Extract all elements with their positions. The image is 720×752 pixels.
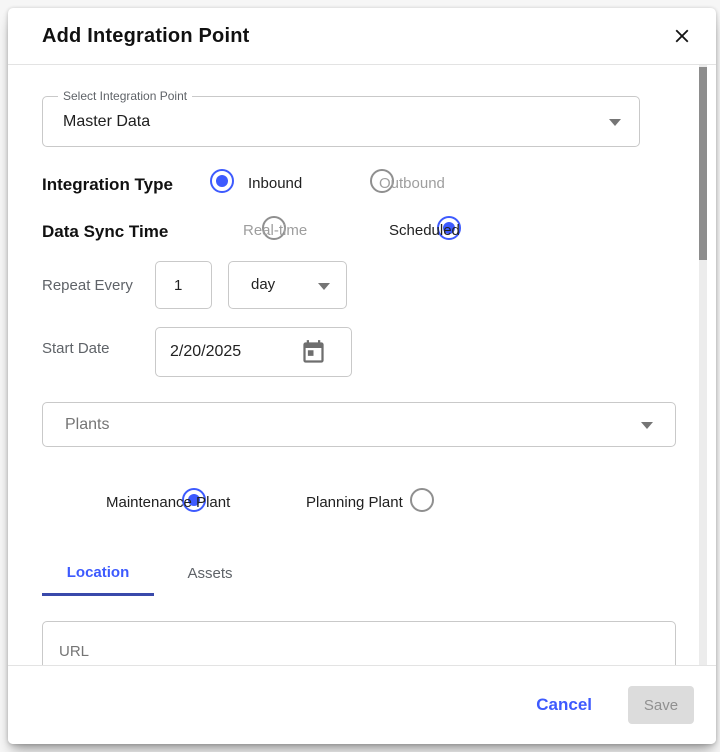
repeat-every-input[interactable] xyxy=(155,261,212,309)
plants-placeholder: Plants xyxy=(43,403,675,446)
radio-label-real-time[interactable]: Real-time xyxy=(243,222,307,239)
chevron-down-icon xyxy=(609,119,621,126)
start-date-value: 2/20/2025 xyxy=(170,343,241,360)
tab-location[interactable]: Location xyxy=(42,551,154,596)
integration-point-select[interactable]: Select Integration Point Master Data xyxy=(42,96,640,147)
repeat-unit-select[interactable]: day xyxy=(228,261,347,309)
radio-inbound[interactable] xyxy=(210,169,234,193)
radio-label-planning-plant[interactable]: Planning Plant xyxy=(306,494,403,511)
dialog-header: Add Integration Point xyxy=(8,8,716,65)
radio-label-outbound[interactable]: Outbound xyxy=(379,175,445,192)
dialog-actions: Cancel Save xyxy=(8,666,716,744)
scrollbar-thumb[interactable] xyxy=(699,67,707,260)
chevron-down-icon xyxy=(318,283,330,290)
data-sync-time-label: Data Sync Time xyxy=(42,222,168,242)
close-icon[interactable] xyxy=(668,22,696,50)
close-icon-glyph xyxy=(671,25,693,47)
repeat-unit-value: day xyxy=(251,276,275,293)
integration-point-label: Select Integration Point xyxy=(58,89,192,103)
integration-point-value: Master Data xyxy=(43,97,639,146)
add-integration-point-dialog: Add Integration Point Select Integration… xyxy=(8,8,716,744)
plants-select[interactable]: Plants xyxy=(42,402,676,447)
save-button[interactable]: Save xyxy=(628,686,694,724)
tab-assets[interactable]: Assets xyxy=(154,551,266,596)
dialog-content: Select Integration Point Master Data Int… xyxy=(8,65,716,666)
radio-planning-plant[interactable] xyxy=(410,488,434,512)
radio-label-maintenance-plant[interactable]: Maintenance Plant xyxy=(106,494,230,511)
chevron-down-icon xyxy=(641,422,653,429)
page-title: Add Integration Point xyxy=(42,25,668,48)
radio-label-scheduled[interactable]: Scheduled xyxy=(389,222,460,239)
scrollbar-track[interactable] xyxy=(699,65,707,666)
tab-bar: Location Assets xyxy=(42,551,266,596)
calendar-icon[interactable] xyxy=(300,339,327,366)
integration-type-label: Integration Type xyxy=(42,175,173,195)
cancel-button[interactable]: Cancel xyxy=(536,695,592,715)
repeat-every-label: Repeat Every xyxy=(42,277,133,294)
start-date-label: Start Date xyxy=(42,340,110,357)
url-input[interactable] xyxy=(42,621,676,666)
start-date-input[interactable]: 2/20/2025 xyxy=(155,327,352,377)
radio-label-inbound[interactable]: Inbound xyxy=(248,175,302,192)
